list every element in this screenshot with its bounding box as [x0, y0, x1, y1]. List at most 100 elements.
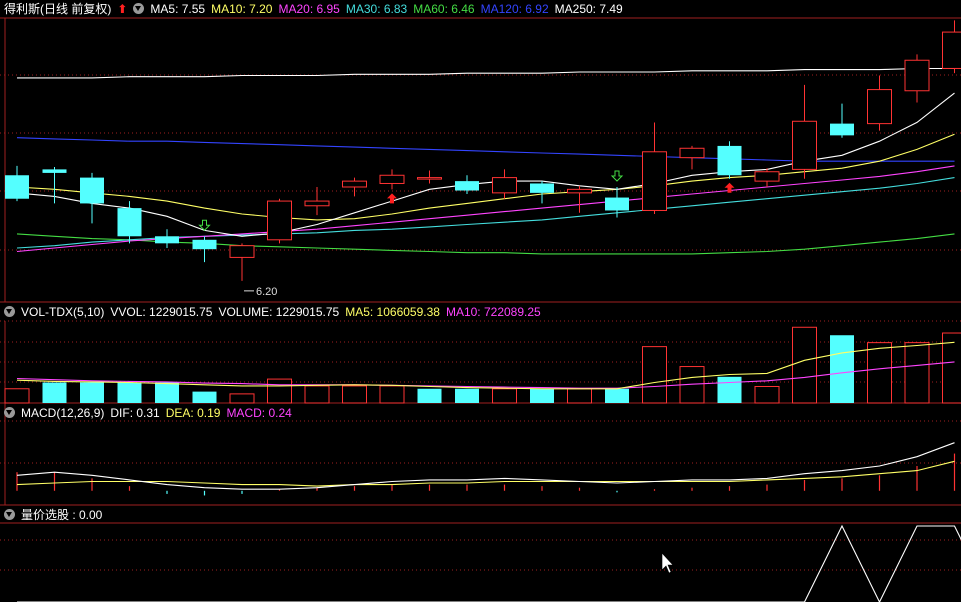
volume-bar [117, 382, 142, 403]
volume-bar [492, 388, 517, 404]
vol-legend-2: MA5: 1066059.38 [345, 305, 440, 319]
candle-body [304, 200, 330, 207]
mouse-cursor-icon [661, 552, 674, 574]
candle [417, 170, 442, 184]
candle-body [80, 177, 104, 204]
macd-indicator-name: MACD(12,26,9) [21, 406, 105, 420]
candle-body [379, 174, 405, 184]
volume-bar [867, 342, 892, 404]
candle-body [192, 239, 217, 250]
volume-bar [4, 388, 30, 404]
candle [492, 169, 517, 199]
candle-body [492, 177, 517, 194]
signal-arrow-icon [610, 170, 624, 182]
candle [229, 243, 255, 281]
dropdown-icon[interactable] [4, 407, 15, 418]
candle [342, 177, 367, 197]
candle [567, 185, 592, 213]
macd-legend-1: DEA: 0.19 [165, 406, 221, 420]
candle-body [904, 59, 930, 92]
candle-body [417, 177, 442, 180]
volume-bar [80, 382, 104, 403]
volume-bar [754, 385, 780, 404]
volume-bar [155, 382, 179, 403]
volume-bar [792, 326, 817, 404]
candle-body [642, 151, 667, 211]
candle-body [830, 123, 854, 136]
candle [605, 186, 629, 218]
volume-bar [342, 385, 367, 404]
volume-bar [42, 382, 67, 403]
price-panel: 6.20 [5, 20, 961, 298]
low-price-label: 6.20 [256, 286, 277, 298]
ma-legend-4: MA60: 6.46 [413, 2, 475, 16]
stock-title: 得利斯(日线 前复权) [4, 2, 112, 16]
xg-signal-line [17, 524, 961, 602]
candle-body [5, 175, 29, 199]
volume-bar [717, 376, 742, 403]
volume-bar [830, 335, 854, 403]
volume-bar [267, 378, 292, 404]
candle [192, 236, 217, 263]
candle-body [754, 171, 780, 182]
volume-bar [304, 385, 330, 404]
candle [867, 75, 892, 131]
candle-body [155, 236, 179, 244]
candle-body [530, 183, 554, 193]
candle-body [605, 197, 629, 211]
ma-legend-1: MA10: 7.20 [211, 2, 273, 16]
candle [754, 168, 780, 187]
macd-legend-0: DIF: 0.31 [110, 406, 160, 420]
volume-panel [4, 326, 961, 404]
candle [717, 141, 742, 179]
dropdown-icon[interactable] [133, 3, 145, 14]
ma-legend-0: MA5: 7.55 [150, 2, 206, 16]
dropdown-icon[interactable] [4, 306, 15, 317]
price-legend: 得利斯(日线 前复权) ⬆ MA5: 7.55 MA10: 7.20 MA20: 6.9… [4, 1, 635, 17]
ma-legend-6: MA250: 7.49 [554, 2, 623, 16]
volume-bar [530, 388, 554, 403]
volume-bar [904, 342, 930, 404]
candle [679, 145, 705, 170]
candle-body [117, 208, 142, 237]
xg-indicator-name: 量价选股 : 0.00 [21, 508, 103, 522]
candle-body [717, 145, 742, 176]
vol-legend-0: VVOL: 1229015.75 [110, 305, 213, 319]
candle-body [267, 200, 292, 241]
xg-legend: 量价选股 : 0.00 [4, 507, 108, 523]
candle-body [567, 188, 592, 194]
volume-bar [567, 388, 592, 404]
candle-body [229, 245, 255, 258]
vol-indicator-name: VOL-TDX(5,10) [21, 305, 105, 319]
volume-bar [229, 393, 255, 404]
volume-bar [379, 385, 405, 404]
candle-body [679, 147, 705, 159]
dea-line [16, 460, 955, 487]
xg-panel [17, 524, 961, 602]
macd-panel [16, 442, 956, 496]
candle [642, 122, 667, 214]
candle [455, 175, 479, 195]
candle-body [792, 120, 817, 170]
chart-canvas[interactable]: 6.20 [0, 0, 961, 602]
volume-bar [642, 346, 667, 404]
candle [530, 181, 554, 204]
candle [155, 229, 179, 249]
ma250-line [17, 67, 955, 79]
vol-legend-3: MA10: 722089.25 [445, 305, 541, 319]
candle [80, 172, 104, 224]
volume-bar [455, 388, 479, 403]
candle [792, 84, 817, 179]
candle [904, 54, 930, 103]
macd-legend: MACD(12,26,9) DIF: 0.31 DEA: 0.19 MACD: 0.2… [4, 405, 304, 421]
candle [267, 198, 292, 244]
vol-legend-1: VOLUME: 1229015.75 [218, 305, 340, 319]
candle-body [942, 31, 961, 69]
candle-body [42, 169, 67, 173]
candle-body [867, 89, 892, 125]
candle [942, 20, 961, 74]
dropdown-icon[interactable] [4, 509, 15, 520]
candle [5, 165, 29, 202]
candle-body [455, 181, 479, 191]
up-arrow-icon: ⬆ [117, 2, 128, 16]
